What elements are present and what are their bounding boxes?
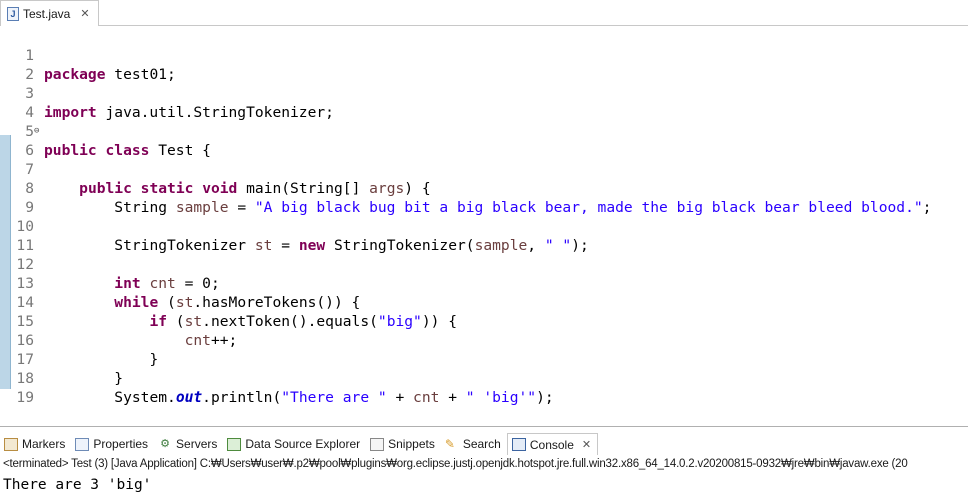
tab-label: Data Source Explorer: [245, 437, 361, 451]
code-line-17: 17 }: [0, 331, 968, 387]
tab-console[interactable]: Console ✕: [506, 433, 599, 455]
console-icon: [511, 438, 526, 451]
console-output: There are 3 'big': [3, 477, 152, 493]
scroll-left-arrow-icon[interactable]: <: [44, 407, 50, 409]
horizontal-scrollbar[interactable]: <: [40, 407, 968, 409]
code-line-8: 8 String sample = "A big black bug bit a…: [0, 160, 968, 216]
console-status-line: <terminated> Test (3) [Java Application]…: [3, 458, 908, 470]
tab-markers[interactable]: Markers: [0, 433, 71, 455]
editor-tab-bar: J Test.java ✕: [0, 0, 968, 26]
console-panel: Markers Properties ⚙ Servers Data Source…: [0, 426, 968, 502]
editor-tab-title: Test.java: [23, 6, 71, 21]
code-line-15: 15 cnt++;: [0, 293, 968, 349]
code-line-3: 3 import java.util.StringTokenizer;: [0, 65, 968, 121]
code-line-5: 5 public class Test {: [0, 103, 968, 159]
editor-tab-test-java[interactable]: J Test.java ✕: [0, 0, 99, 26]
code-line-12: 12 int cnt = 0;: [0, 236, 968, 292]
view-tab-bar: Markers Properties ⚙ Servers Data Source…: [0, 433, 968, 455]
tab-label: Console: [529, 437, 574, 452]
code-line-6: 6 ⊖ public static void main(String[] arg…: [0, 122, 968, 197]
code-line-2: 2: [0, 46, 968, 83]
close-icon[interactable]: ✕: [80, 7, 89, 20]
tab-servers[interactable]: ⚙ Servers: [154, 433, 223, 455]
code-line-20: 20 }: [0, 388, 968, 409]
code-line-7: 7: [0, 141, 968, 178]
code-line-1: 1 package test01;: [0, 27, 968, 83]
code-line-13: 13 while (st.hasMoreTokens()) {: [0, 255, 968, 311]
tab-label: Snippets: [388, 437, 435, 451]
tab-snippets[interactable]: Snippets: [366, 433, 441, 455]
code-line-18: 18 System.out.println("There are " + cnt…: [0, 350, 968, 406]
code-line-4: 4: [0, 84, 968, 121]
close-icon[interactable]: ✕: [582, 438, 591, 451]
code-line-11: 11: [0, 217, 968, 254]
tab-label: Servers: [176, 437, 218, 451]
line-number: 20: [12, 407, 34, 409]
code-line-19: 19 }: [0, 369, 968, 409]
code-editor[interactable]: 1 package test01; 2 3 import java.util.S…: [0, 27, 968, 409]
search-icon: ✎: [444, 436, 455, 451]
java-file-icon: J: [7, 6, 19, 21]
fold-toggle-icon[interactable]: ⊖: [34, 122, 39, 141]
data-source-icon: [227, 437, 242, 451]
code-line-10: 10 StringTokenizer st = new StringTokeni…: [0, 198, 968, 254]
code-line-16: 16 }: [0, 312, 968, 368]
code-line-9: 9: [0, 179, 968, 216]
servers-icon: ⚙: [160, 437, 170, 450]
markers-icon: [4, 437, 18, 451]
tab-label: Properties: [93, 437, 149, 451]
tab-properties[interactable]: Properties: [71, 433, 154, 455]
code-line-14: 14 if (st.nextToken().equals("big")) {: [0, 274, 968, 330]
tab-label: Markers: [22, 437, 66, 451]
tab-data-source-explorer[interactable]: Data Source Explorer: [223, 433, 366, 455]
tab-search[interactable]: ✎ Search: [441, 433, 507, 455]
properties-icon: [75, 437, 90, 451]
tab-label: Search: [462, 437, 501, 451]
snippets-icon: [370, 437, 385, 451]
